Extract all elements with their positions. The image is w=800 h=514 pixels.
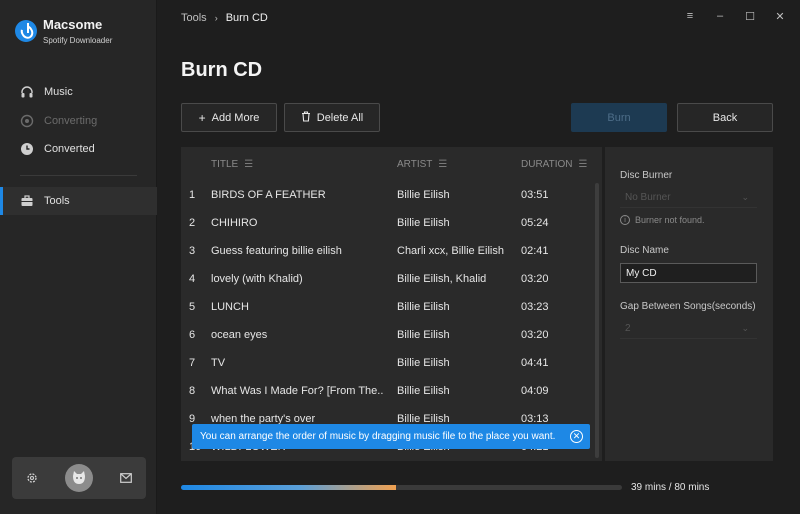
maximize-icon[interactable]: ☐ <box>744 10 756 23</box>
burner-hint: i Burner not found. <box>620 215 705 225</box>
minimize-icon[interactable]: – <box>714 10 726 23</box>
converting-icon <box>20 114 34 128</box>
column-header-duration[interactable]: DURATION ☰ <box>521 159 587 170</box>
window-controls: ≡ – ☐ ✕ <box>684 10 786 23</box>
disc-burner-select[interactable]: No Burner ⌄ <box>620 188 757 208</box>
sidebar-item-converting[interactable]: Converting <box>0 107 157 135</box>
column-header-title[interactable]: TITLE ☰ <box>211 159 253 170</box>
table-row[interactable]: 5 LUNCH Billie Eilish 03:23 <box>181 294 596 322</box>
breadcrumb-chevron-icon: › <box>214 13 218 23</box>
sidebar-item-label: Converting <box>44 115 98 127</box>
disc-burner-label: Disc Burner <box>620 170 673 181</box>
table-row[interactable]: 4 lovely (with Khalid) Billie Eilish, Kh… <box>181 266 596 294</box>
macsome-logo-icon <box>15 20 37 42</box>
table-header: TITLE ☰ ARTIST ☰ DURATION ☰ <box>181 147 602 183</box>
user-avatar[interactable] <box>64 464 93 492</box>
trash-icon <box>301 110 311 125</box>
breadcrumb-current: Burn CD <box>225 12 268 24</box>
sort-filter-icon: ☰ <box>244 159 254 170</box>
sidebar-bottom-panel <box>12 457 146 499</box>
burn-label: Burn <box>607 111 631 124</box>
plus-icon: + <box>198 110 206 125</box>
clock-icon <box>20 142 34 156</box>
table-row[interactable]: 2 CHIHIRO Billie Eilish 05:24 <box>181 210 596 238</box>
table-row[interactable]: 3 Guess featuring billie eilish Charli x… <box>181 238 596 266</box>
chevron-down-icon: ⌄ <box>741 192 749 202</box>
back-button[interactable]: Back <box>677 103 773 132</box>
table-row[interactable]: 7 TV Billie Eilish 04:41 <box>181 350 596 378</box>
chevron-down-icon: ⌄ <box>741 323 749 333</box>
column-header-artist[interactable]: ARTIST ☰ <box>397 159 447 170</box>
close-icon[interactable]: ✕ <box>774 10 786 23</box>
hint-toast: You can arrange the order of music by dr… <box>192 424 590 449</box>
progress-text: 39 mins / 80 mins <box>631 482 710 493</box>
add-more-label: Add More <box>211 111 260 124</box>
breadcrumb: Tools › Burn CD <box>181 12 268 24</box>
settings-gear-icon[interactable] <box>24 470 40 486</box>
gap-label: Gap Between Songs(seconds) <box>620 301 756 312</box>
burn-settings-panel: Disc Burner No Burner ⌄ i Burner not fou… <box>605 147 773 461</box>
toolbox-icon <box>20 194 34 208</box>
disc-name-label: Disc Name <box>620 245 669 256</box>
app-name: Macsome <box>43 17 103 32</box>
progress-fill <box>181 485 396 490</box>
sidebar-item-label: Converted <box>44 143 95 155</box>
sort-filter-icon: ☰ <box>438 159 448 170</box>
table-row[interactable]: 6 ocean eyes Billie Eilish 03:20 <box>181 322 596 350</box>
mail-icon[interactable] <box>118 470 134 486</box>
page-title: Burn CD <box>181 59 263 81</box>
sidebar-divider <box>20 175 137 176</box>
sidebar-item-tools[interactable]: Tools <box>0 187 157 215</box>
sidebar: Macsome Spotify Downloader Music Convert… <box>0 0 157 514</box>
headphones-icon <box>20 85 34 99</box>
toast-message: You can arrange the order of music by dr… <box>200 431 556 442</box>
delete-all-button[interactable]: Delete All <box>284 103 380 132</box>
delete-all-label: Delete All <box>316 111 364 124</box>
table-scrollbar[interactable] <box>595 183 599 458</box>
menu-icon[interactable]: ≡ <box>684 10 696 23</box>
sidebar-item-converted[interactable]: Converted <box>0 135 157 163</box>
toast-close-icon[interactable]: ✕ <box>570 430 583 443</box>
disc-name-input[interactable] <box>620 263 757 283</box>
burn-button[interactable]: Burn <box>571 103 667 132</box>
sidebar-item-music[interactable]: Music <box>0 78 157 106</box>
breadcrumb-parent[interactable]: Tools <box>181 12 207 24</box>
sort-filter-icon: ☰ <box>578 159 588 170</box>
table-row[interactable]: 8 What Was I Made For? [From The... Bill… <box>181 378 596 406</box>
gap-select[interactable]: 2 ⌄ <box>620 319 757 339</box>
disc-capacity-progress <box>181 485 622 490</box>
back-label: Back <box>712 111 738 124</box>
track-table: TITLE ☰ ARTIST ☰ DURATION ☰ 1 BIRDS OF A FE… <box>181 147 602 461</box>
app-subtitle: Spotify Downloader <box>43 36 113 45</box>
sidebar-item-label: Tools <box>44 195 70 207</box>
add-more-button[interactable]: + Add More <box>181 103 277 132</box>
sidebar-item-label: Music <box>44 86 73 98</box>
table-row[interactable]: 1 BIRDS OF A FEATHER Billie Eilish 03:51 <box>181 182 596 210</box>
info-icon: i <box>620 215 630 225</box>
brand: Macsome Spotify Downloader <box>15 17 112 45</box>
